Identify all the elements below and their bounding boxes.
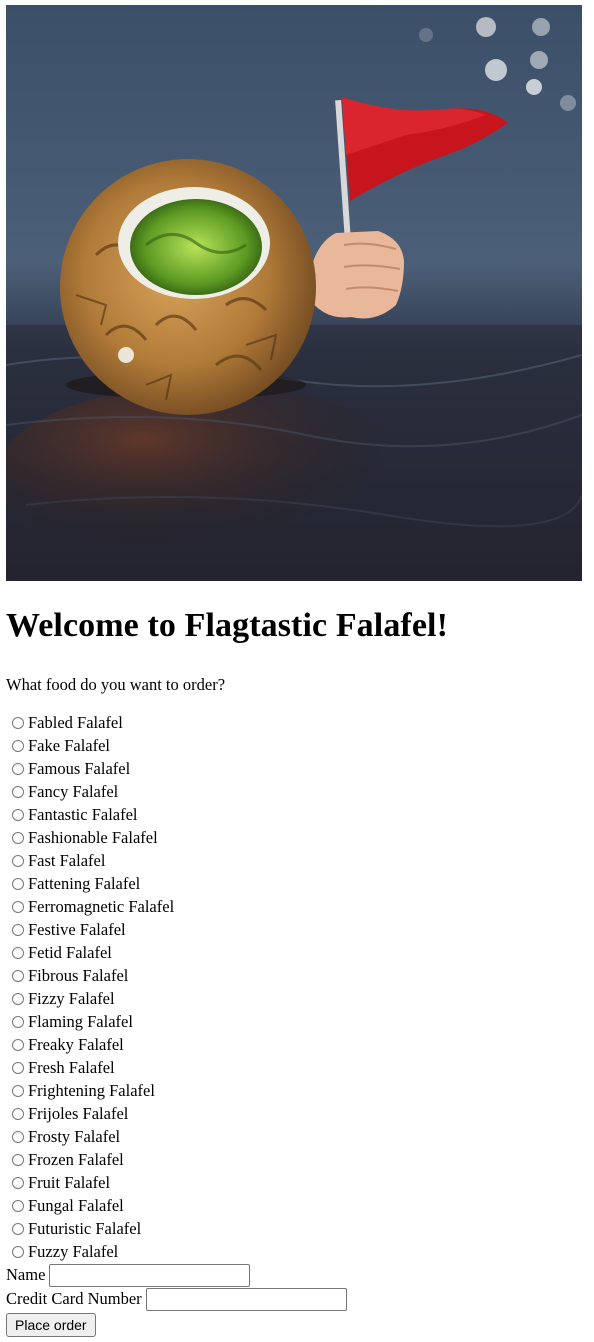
food-option[interactable]: Fattening Falafel [6, 872, 588, 895]
food-option-label: Fibrous Falafel [28, 966, 129, 985]
food-option[interactable]: Freaky Falafel [6, 1033, 588, 1056]
credit-card-input[interactable] [145, 1287, 347, 1311]
radio-button[interactable] [12, 1061, 24, 1074]
radio-button[interactable] [12, 854, 24, 867]
radio-button[interactable] [12, 1130, 24, 1143]
page-title: Welcome to Flagtastic Falafel! [6, 607, 449, 644]
food-option[interactable]: Fruit Falafel [6, 1171, 588, 1194]
name-row: Name [6, 1263, 588, 1287]
food-option[interactable]: Fancy Falafel [6, 780, 588, 803]
radio-button[interactable] [12, 1199, 24, 1212]
radio-button[interactable] [12, 1245, 24, 1258]
food-option-label: Frosty Falafel [28, 1127, 121, 1146]
hero-image [6, 5, 582, 581]
food-option[interactable]: Frijoles Falafel [6, 1102, 588, 1125]
card-label: Credit Card Number [6, 1289, 142, 1308]
food-option-label: Fuzzy Falafel [28, 1242, 119, 1261]
food-option-label: Fast Falafel [28, 851, 106, 870]
food-option[interactable]: Fetid Falafel [6, 941, 588, 964]
radio-button[interactable] [12, 923, 24, 936]
food-option[interactable]: Futuristic Falafel [6, 1217, 588, 1240]
radio-button[interactable] [12, 762, 24, 775]
food-option-label: Frijoles Falafel [28, 1104, 129, 1123]
food-option-label: Fantastic Falafel [28, 805, 138, 824]
food-option[interactable]: Fungal Falafel [6, 1194, 588, 1217]
food-option[interactable]: Fast Falafel [6, 849, 588, 872]
food-option-label: Fruit Falafel [28, 1173, 111, 1192]
radio-button[interactable] [12, 877, 24, 890]
food-option-label: Fake Falafel [28, 736, 111, 755]
food-option-label: Frightening Falafel [28, 1081, 155, 1100]
food-option[interactable]: Fuzzy Falafel [6, 1240, 588, 1263]
radio-button[interactable] [12, 1038, 24, 1051]
food-option[interactable]: Fake Falafel [6, 734, 588, 757]
order-prompt: What food do you want to order? [6, 675, 226, 694]
food-option[interactable]: Fresh Falafel [6, 1056, 588, 1079]
radio-button[interactable] [12, 831, 24, 844]
radio-button[interactable] [12, 1222, 24, 1235]
food-option[interactable]: Ferromagnetic Falafel [6, 895, 588, 918]
name-input[interactable] [49, 1263, 251, 1287]
radio-button[interactable] [12, 1153, 24, 1166]
food-option[interactable]: Fabled Falafel [6, 711, 588, 734]
food-option[interactable]: Frosty Falafel [6, 1125, 588, 1148]
radio-button[interactable] [12, 900, 24, 913]
page: Welcome to Flagtastic Falafel! What food… [0, 0, 594, 1337]
food-option[interactable]: Festive Falafel [6, 918, 588, 941]
food-option-label: Freaky Falafel [28, 1035, 124, 1054]
food-option[interactable]: Famous Falafel [6, 757, 588, 780]
food-option-label: Fungal Falafel [28, 1196, 124, 1215]
food-option-label: Ferromagnetic Falafel [28, 897, 175, 916]
food-option[interactable]: Fantastic Falafel [6, 803, 588, 826]
radio-button[interactable] [12, 969, 24, 982]
food-option[interactable]: Fashionable Falafel [6, 826, 588, 849]
falafel-flag-illustration [6, 5, 582, 581]
food-option-label: Fresh Falafel [28, 1058, 115, 1077]
radio-button[interactable] [12, 739, 24, 752]
food-option[interactable]: Fizzy Falafel [6, 987, 588, 1010]
radio-button[interactable] [12, 808, 24, 821]
food-option[interactable]: Flaming Falafel [6, 1010, 588, 1033]
food-option-label: Fabled Falafel [28, 713, 123, 732]
place-order-button[interactable]: Place order [6, 1313, 96, 1337]
radio-button[interactable] [12, 1084, 24, 1097]
food-option-label: Frozen Falafel [28, 1150, 124, 1169]
card-row: Credit Card Number [6, 1287, 588, 1311]
radio-button[interactable] [12, 946, 24, 959]
food-option-label: Festive Falafel [28, 920, 126, 939]
submit-row: Place order [6, 1313, 588, 1337]
name-label: Name [6, 1265, 46, 1284]
radio-button[interactable] [12, 785, 24, 798]
food-option-label: Flaming Falafel [28, 1012, 133, 1031]
food-option-label: Fizzy Falafel [28, 989, 115, 1008]
radio-button[interactable] [12, 1107, 24, 1120]
radio-button[interactable] [12, 716, 24, 729]
food-option-label: Famous Falafel [28, 759, 131, 778]
radio-button[interactable] [12, 1176, 24, 1189]
radio-button[interactable] [12, 992, 24, 1005]
food-option-label: Fancy Falafel [28, 782, 119, 801]
food-option[interactable]: Frightening Falafel [6, 1079, 588, 1102]
food-option-label: Futuristic Falafel [28, 1219, 142, 1238]
food-option[interactable]: Frozen Falafel [6, 1148, 588, 1171]
food-option-label: Fattening Falafel [28, 874, 141, 893]
food-option-label: Fashionable Falafel [28, 828, 158, 847]
food-options: Fabled Falafel Fake Falafel Famous Falafel… [6, 711, 588, 1263]
food-option[interactable]: Fibrous Falafel [6, 964, 588, 987]
radio-button[interactable] [12, 1015, 24, 1028]
food-option-label: Fetid Falafel [28, 943, 112, 962]
